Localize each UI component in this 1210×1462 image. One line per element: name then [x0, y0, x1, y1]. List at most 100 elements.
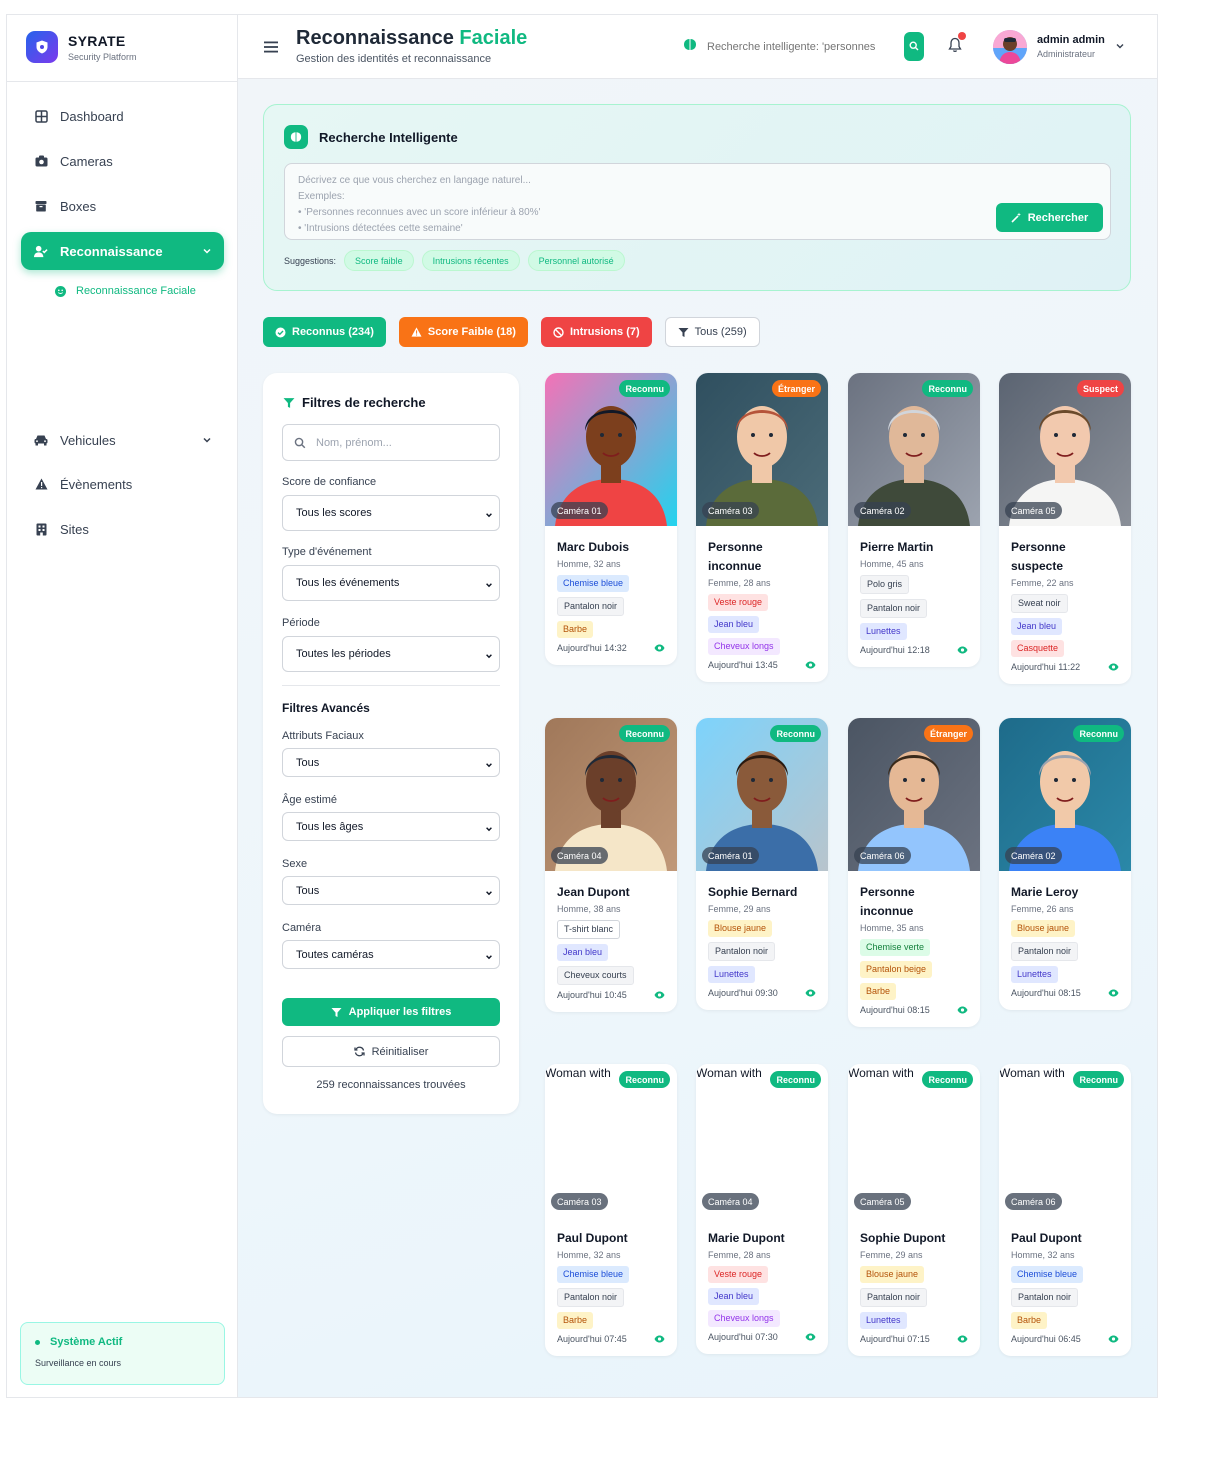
attribute-tags: Polo gris Pantalon noir Lunettes	[860, 575, 968, 640]
eye-icon[interactable]	[654, 1335, 665, 1343]
facial-attributes-label: Attributs Faciaux	[282, 730, 364, 742]
eye-icon[interactable]	[957, 646, 968, 654]
warning-icon	[411, 327, 422, 337]
attribute-tag: Chemise verte	[860, 939, 931, 956]
status-badge: Reconnu	[619, 380, 670, 397]
period-select[interactable]: Toutes les périodes	[282, 636, 500, 672]
recognition-card[interactable]: Reconnu Caméra 01 Sophie Bernard Femme, 29 …	[696, 718, 828, 1010]
facial-attributes-select[interactable]: Tous	[282, 748, 500, 777]
attribute-tag: Veste rouge	[708, 594, 769, 611]
recognition-card[interactable]: Suspect Caméra 05 Personne suspecte Femme, …	[999, 373, 1131, 684]
recognition-card[interactable]: Reconnu Caméra 04 Jean Dupont Homme, 38 ans…	[545, 718, 677, 1012]
attribute-tag: Chemise bleue	[557, 575, 630, 592]
camera-label: Caméra 01	[702, 847, 759, 864]
attribute-tag: Cheveux longs	[708, 1310, 780, 1327]
recognition-card[interactable]: Woman with Reconnu Caméra 05 Sophie Dupont F…	[848, 1064, 980, 1356]
attribute-tag: Pantalon noir	[557, 1288, 625, 1307]
suggestion-chip[interactable]: Score faible	[344, 250, 414, 271]
sidebar-item-boxes[interactable]: Boxes	[21, 187, 224, 225]
recognition-card[interactable]: Woman with Reconnu Caméra 04 Marie Dupont Fe…	[696, 1064, 828, 1354]
recognition-card[interactable]: Étranger Caméra 06 Personne inconnue Homme,…	[848, 718, 980, 1027]
recognition-card[interactable]: Étranger Caméra 03 Personne inconnue Femme,…	[696, 373, 828, 682]
person-photo: Reconnu Caméra 01	[696, 718, 828, 871]
eye-icon[interactable]	[805, 1333, 816, 1341]
timestamp: Aujourd'hui 08:15	[1011, 988, 1081, 998]
status-badge: Étranger	[923, 725, 973, 742]
camera-select[interactable]: Toutes caméras	[282, 940, 500, 969]
user-menu[interactable]: admin admin Administrateur	[993, 28, 1133, 65]
recognition-card[interactable]: Reconnu Caméra 02 Marie Leroy Femme, 26 ans…	[999, 718, 1131, 1010]
event-type-select[interactable]: Tous les événements	[282, 565, 500, 601]
person-name: Personne suspecte	[1011, 540, 1066, 573]
bell-icon	[948, 37, 962, 57]
sidebar-item-reconnaissance[interactable]: Reconnaissance	[21, 232, 224, 270]
search-button[interactable]	[904, 32, 924, 61]
camera-label: Caméra 06	[1005, 1193, 1062, 1210]
suggestion-chip[interactable]: Intrusions récentes	[421, 250, 520, 271]
brand-name: SYRATE	[68, 32, 126, 49]
attribute-tags: Sweat noir Jean bleu Casquette	[1011, 594, 1119, 657]
reset-button[interactable]: Réinitialiser	[282, 1036, 500, 1067]
chevron-down-icon	[485, 510, 493, 522]
sex-select[interactable]: Tous	[282, 876, 500, 905]
smart-search-input[interactable]	[707, 41, 897, 53]
sidebar-item-dashboard[interactable]: Dashboard	[21, 97, 224, 135]
recognition-card[interactable]: Reconnu Caméra 02 Pierre Martin Homme, 45 a…	[848, 373, 980, 667]
person-meta: Femme, 28 ans	[708, 1250, 771, 1260]
sidebar-item-evenements[interactable]: Évènements	[21, 465, 224, 503]
placeholder-line: Exemples:	[298, 191, 345, 202]
rechercher-button[interactable]: Rechercher	[996, 203, 1103, 232]
filter-tous-button[interactable]: Tous (259)	[664, 317, 760, 347]
age-select[interactable]: Tous les âges	[282, 812, 500, 841]
timestamp: Aujourd'hui 13:45	[708, 660, 778, 670]
person-meta: Homme, 35 ans	[860, 923, 924, 933]
camera-label: Caméra 03	[551, 1193, 608, 1210]
eye-icon[interactable]	[654, 644, 665, 652]
name-search-input[interactable]: Nom, prénom...	[282, 424, 500, 461]
filter-intrusions-button[interactable]: Intrusions (7)	[540, 317, 652, 347]
filter-score-faible-button[interactable]: Score Faible (18)	[398, 317, 528, 347]
attribute-tag: Jean bleu	[557, 944, 609, 961]
funnel-icon	[678, 327, 689, 338]
eye-icon[interactable]	[805, 661, 816, 669]
top-header: Reconnaissance Faciale Gestion des ident…	[238, 15, 1157, 79]
brand[interactable]: SYRATE Security Platform	[26, 31, 137, 63]
shield-logo-icon	[26, 31, 58, 63]
eye-icon[interactable]	[1108, 1335, 1119, 1343]
smart-search-textarea[interactable]: Décrivez ce que vous cherchez en langage…	[284, 163, 1111, 240]
score-select[interactable]: Tous les scores	[282, 495, 500, 531]
sidebar-item-cameras[interactable]: Cameras	[21, 142, 224, 180]
placeholder-line: • 'Intrusions détectées cette semaine'	[298, 223, 463, 234]
recognition-card[interactable]: Woman with Reconnu Caméra 06 Paul Dupont Hom…	[999, 1064, 1131, 1356]
sidebar-item-sites[interactable]: Sites	[21, 510, 224, 548]
person-meta: Femme, 22 ans	[1011, 578, 1074, 588]
image-alt-text: Woman with	[545, 1066, 611, 1080]
recognition-card[interactable]: Reconnu Caméra 01 Marc Dubois Homme, 32 ans…	[545, 373, 677, 665]
menu-icon[interactable]	[264, 40, 278, 58]
filter-label: Reconnus (234)	[292, 326, 374, 338]
suggestion-chip[interactable]: Personnel autorisé	[527, 250, 625, 271]
status-badge: Étranger	[771, 380, 821, 397]
sidebar-subitem-reconnaissance-faciale[interactable]: Reconnaissance Faciale	[55, 285, 196, 297]
eye-icon[interactable]	[805, 989, 816, 997]
eye-icon[interactable]	[957, 1006, 968, 1014]
quick-filters: Reconnus (234) Score Faible (18) Intrusi…	[263, 317, 773, 347]
attribute-tags: Veste rouge Jean bleu Cheveux longs	[708, 594, 816, 655]
eye-icon[interactable]	[1108, 663, 1119, 671]
filter-reconnus-button[interactable]: Reconnus (234)	[263, 317, 386, 347]
attribute-tag: Lunettes	[1011, 966, 1058, 983]
camera-label: Caméra	[282, 922, 322, 934]
sidebar-item-vehicules[interactable]: Vehicules	[21, 421, 224, 459]
eye-icon[interactable]	[1108, 989, 1119, 997]
building-icon	[34, 522, 48, 536]
person-name: Marie Leroy	[1011, 885, 1079, 899]
eye-icon[interactable]	[957, 1335, 968, 1343]
apply-filters-button[interactable]: Appliquer les filtres	[282, 998, 500, 1026]
attribute-tag: Casquette	[1011, 640, 1065, 657]
eye-icon[interactable]	[654, 991, 665, 999]
attribute-tag: Pantalon noir	[557, 597, 625, 616]
attribute-tag: Lunettes	[860, 1312, 907, 1329]
recognition-card[interactable]: Woman with Reconnu Caméra 03 Paul Dupont Hom…	[545, 1064, 677, 1356]
notifications-button[interactable]	[948, 32, 966, 58]
camera-label: Caméra 02	[1005, 847, 1062, 864]
